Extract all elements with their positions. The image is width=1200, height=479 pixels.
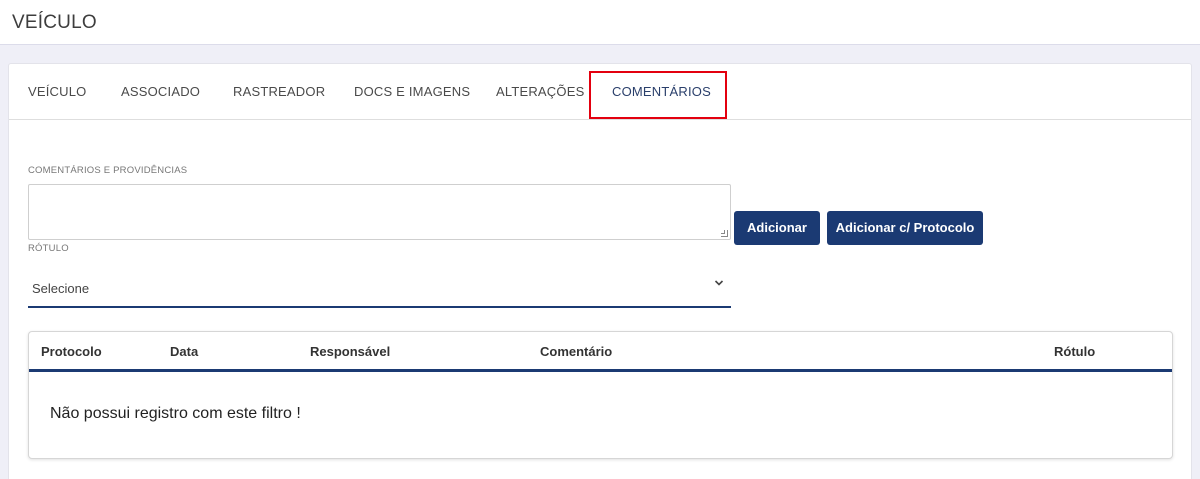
empty-table-message: Não possui registro com este filtro ! xyxy=(50,405,301,422)
main-card: VEÍCULO ASSOCIADO RASTREADOR DOCS E IMAG… xyxy=(8,63,1192,479)
comments-table: Protocolo Data Responsável Comentário Ró… xyxy=(28,331,1173,459)
column-header-responsavel: Responsável xyxy=(310,344,391,359)
column-header-comentario: Comentário xyxy=(540,344,613,359)
label-select-value: Selecione xyxy=(32,281,90,296)
table-header: Protocolo Data Responsável Comentário Ró… xyxy=(29,332,1172,372)
tab-rastreador[interactable]: RASTREADOR xyxy=(233,84,325,99)
comment-textarea[interactable] xyxy=(28,184,731,240)
chevron-down-icon xyxy=(714,280,724,286)
tab-alteracoes[interactable]: ALTERAÇÕES xyxy=(496,84,584,99)
active-tab-highlight xyxy=(589,71,727,119)
column-header-rotulo: Rótulo xyxy=(1054,344,1096,359)
tab-veiculo[interactable]: VEÍCULO xyxy=(28,84,86,99)
label-field-label: RÓTULO xyxy=(28,243,69,254)
resize-grip-icon[interactable] xyxy=(721,230,728,237)
column-header-protocolo: Protocolo xyxy=(41,344,102,359)
add-button[interactable]: Adicionar xyxy=(734,211,820,245)
tab-docs-e-imagens[interactable]: DOCS E IMAGENS xyxy=(354,84,470,99)
comment-field-label: COMENTÁRIOS E PROVIDÊNCIAS xyxy=(28,165,188,176)
label-select[interactable]: Selecione xyxy=(28,269,731,308)
tab-bar: VEÍCULO ASSOCIADO RASTREADOR DOCS E IMAG… xyxy=(9,64,1191,120)
page-header: VEÍCULO xyxy=(0,0,1200,45)
column-header-data: Data xyxy=(170,344,199,359)
page-title: VEÍCULO xyxy=(12,12,97,33)
add-with-protocol-button[interactable]: Adicionar c/ Protocolo xyxy=(827,211,983,245)
tab-associado[interactable]: ASSOCIADO xyxy=(121,84,200,99)
